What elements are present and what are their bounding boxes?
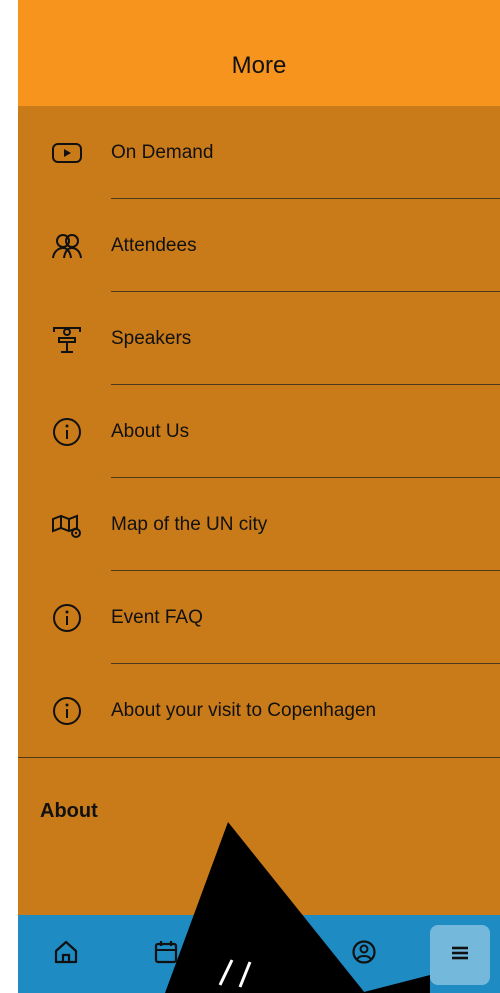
menu-item-map[interactable]: Map of the UN city [18, 478, 500, 571]
header-bar: More [18, 0, 500, 106]
tab-profile[interactable] [334, 915, 394, 993]
info-icon [50, 694, 84, 728]
tab-home[interactable] [36, 915, 96, 993]
map-pin-icon [50, 508, 84, 542]
info-icon [50, 415, 84, 449]
profile-icon [351, 939, 377, 970]
menu-item-label: Map of the UN city [111, 513, 268, 535]
calendar-icon [153, 939, 179, 970]
bottom-tab-bar [18, 915, 500, 993]
section-divider [18, 757, 500, 758]
info-icon [50, 601, 84, 635]
app-screen: More On Demand Attendees Speakers About … [18, 0, 500, 993]
menu-item-speakers[interactable]: Speakers [18, 292, 500, 385]
menu-item-label: About Us [111, 420, 190, 442]
menu-item-on-demand[interactable]: On Demand [18, 106, 500, 199]
menu-item-visit-copenhagen[interactable]: About your visit to Copenhagen [18, 664, 500, 757]
attendees-icon [50, 229, 84, 263]
menu-item-label: Event FAQ [111, 606, 203, 628]
tab-more[interactable] [430, 925, 490, 985]
page-title: More [231, 52, 287, 79]
speaker-podium-icon [50, 322, 84, 356]
menu-item-label: About your visit to Copenhagen [111, 699, 377, 721]
menu-item-label: Speakers [111, 327, 192, 349]
home-icon [53, 939, 79, 970]
menu-item-about-us[interactable]: About Us [18, 385, 500, 478]
more-menu: On Demand Attendees Speakers About Us Ma… [18, 106, 500, 757]
menu-icon [448, 941, 472, 970]
section-heading-about: About [40, 800, 98, 822]
menu-item-attendees[interactable]: Attendees [18, 199, 500, 292]
menu-item-label: Attendees [111, 234, 197, 256]
menu-item-label: On Demand [111, 141, 214, 163]
tab-agenda[interactable] [136, 915, 196, 993]
menu-item-event-faq[interactable]: Event FAQ [18, 571, 500, 664]
play-icon [50, 136, 84, 170]
